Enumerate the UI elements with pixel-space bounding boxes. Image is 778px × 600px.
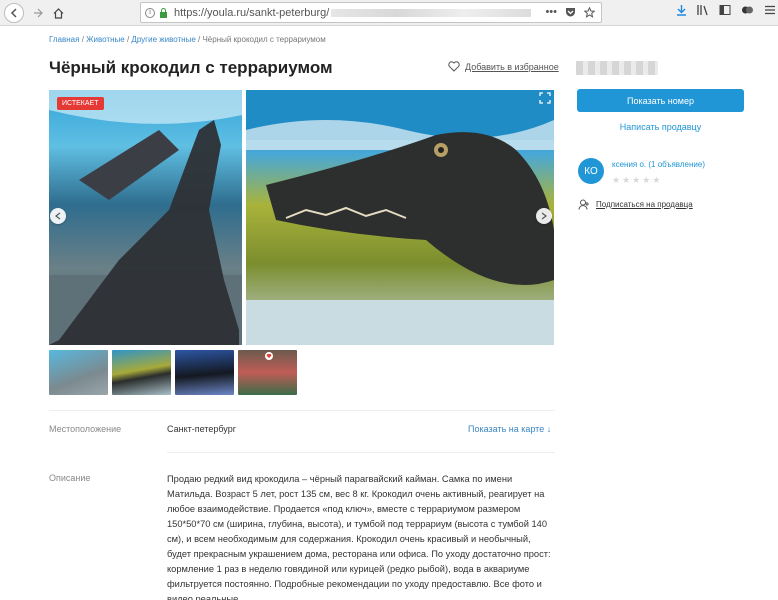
more-actions-icon[interactable]: •••	[545, 6, 557, 18]
breadcrumb-current: Чёрный крокодил с террариумом	[202, 35, 326, 44]
show-on-map-link[interactable]: Показать на карте ↓	[468, 424, 551, 434]
page-title: Чёрный крокодил с террариумом	[49, 58, 333, 77]
chevron-left-icon	[55, 212, 61, 220]
photo-thumbnails	[49, 350, 297, 395]
carousel-next-button[interactable]	[536, 208, 552, 224]
subscribe-label: Подписаться на продавца	[596, 200, 693, 209]
add-to-favorites-button[interactable]: Добавить в избранное	[448, 61, 559, 72]
arrow-left-icon	[10, 8, 17, 18]
arrow-right-icon	[34, 8, 43, 18]
crocodile-photo-image	[49, 90, 242, 345]
user-plus-icon	[578, 199, 589, 210]
address-bar[interactable]: i https://youla.ru/sankt-peterburg/ •••	[140, 2, 602, 23]
seller-rating: ★ ★ ★ ★ ★	[612, 175, 660, 186]
url-text: https://youla.ru/sankt-peterburg/	[174, 7, 532, 19]
breadcrumb: Главная / Животные / Другие животные / Ч…	[49, 35, 326, 44]
star-icon: ★	[612, 175, 621, 185]
back-button[interactable]	[4, 3, 24, 23]
bookmark-star-icon[interactable]	[584, 6, 595, 18]
divider	[49, 410, 555, 411]
description-label: Описание	[49, 473, 91, 483]
show-number-button[interactable]: Показать номер	[577, 89, 744, 112]
thumbnail-3[interactable]	[175, 350, 234, 395]
write-seller-link[interactable]: Написать продавцу	[577, 122, 744, 132]
crocodile-closeup-image	[246, 90, 554, 345]
expiring-badge: ИСТЕКАЕТ	[57, 97, 104, 110]
info-icon[interactable]: i	[145, 7, 155, 18]
library-icon[interactable]	[697, 4, 709, 16]
product-photo-2[interactable]	[246, 90, 554, 345]
breadcrumb-link-animals[interactable]: Животные	[86, 35, 125, 44]
browser-toolbar: i https://youla.ru/sankt-peterburg/ •••	[0, 0, 778, 26]
add-to-favorites-label: Добавить в избранное	[465, 61, 559, 72]
star-icon: ★	[652, 175, 661, 185]
menu-icon[interactable]	[764, 4, 776, 16]
pocket-icon[interactable]	[565, 7, 576, 18]
divider	[167, 452, 555, 453]
thumbnail-1[interactable]	[49, 350, 108, 395]
chevron-right-icon	[541, 212, 547, 220]
heart-icon	[448, 61, 460, 72]
sidebar-toggle-icon[interactable]	[719, 4, 731, 16]
seller-name-link[interactable]: ксения о. (1 объявление)	[612, 160, 705, 169]
star-icon: ★	[622, 175, 631, 185]
home-button[interactable]	[48, 3, 68, 23]
url-redacted	[331, 8, 532, 17]
star-icon: ★	[642, 175, 651, 185]
extension-icon[interactable]	[741, 4, 754, 16]
breadcrumb-link-home[interactable]: Главная	[49, 35, 79, 44]
location-value: Санкт-петербург	[167, 424, 236, 434]
fullscreen-icon[interactable]	[539, 92, 551, 104]
product-photo-1[interactable]	[49, 90, 242, 345]
thumbnail-2[interactable]	[112, 350, 171, 395]
price-redacted	[576, 61, 658, 75]
carousel-prev-button[interactable]	[50, 208, 66, 224]
download-icon[interactable]	[676, 4, 687, 16]
subscribe-seller-button[interactable]: Подписаться на продавца	[578, 199, 693, 210]
forward-button[interactable]	[28, 3, 48, 23]
thumbnail-4[interactable]	[238, 350, 297, 395]
lock-icon	[160, 7, 167, 18]
location-label: Местоположение	[49, 424, 122, 434]
star-icon: ★	[632, 175, 641, 185]
avatar[interactable]: КО	[578, 158, 604, 184]
home-icon	[53, 7, 63, 19]
description-text: Продаю редкий вид крокодила – чёрный пар…	[167, 474, 551, 600]
heart-badge-icon	[265, 352, 273, 360]
breadcrumb-link-other-animals[interactable]: Другие животные	[131, 35, 195, 44]
